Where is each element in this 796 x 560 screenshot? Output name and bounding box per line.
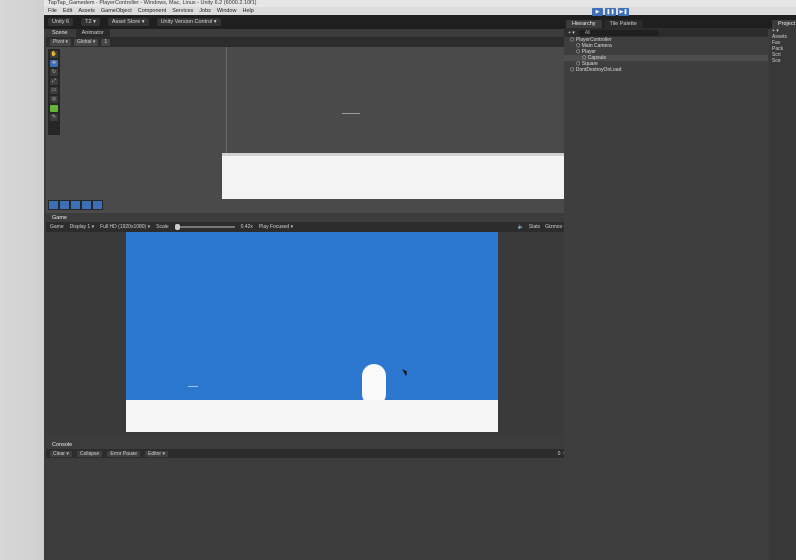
game-ground [126,400,498,432]
editor-dropdown[interactable]: Editor ▾ [145,450,168,457]
scene-tabs: Scene Animator [46,29,110,37]
game-mode-dropdown[interactable]: Game [50,224,64,230]
gizmos-dropdown[interactable]: Gizmos ▾ [545,224,566,230]
grid-snap-field[interactable]: 1 [101,38,111,46]
menu-jobs[interactable]: Jobs [199,7,211,15]
menu-file[interactable]: File [48,7,57,15]
clear-button[interactable]: Clear ▾ [50,450,72,457]
unity-editor-window: TapTap_Gamedem - PlayerController - Wind… [44,0,796,560]
display-dropdown[interactable]: Display 1 ▾ [70,224,94,230]
stats-button[interactable]: Stats [529,224,540,230]
game-tabs: Game [46,214,73,222]
rotate-tool-icon[interactable]: ↻ [50,69,58,76]
rect-tool-icon[interactable]: ▭ [50,87,58,94]
hierarchy-item[interactable]: ⬡ DontDestroyOnLoad [564,67,768,73]
tab-scene[interactable]: Scene [46,29,74,37]
overlay-tool-1-icon[interactable] [49,201,58,209]
hierarchy-search-input[interactable]: All [578,29,659,36]
cloud-button[interactable]: T2 ▾ [81,18,100,26]
monitor-bezel: TapTap_Gamedem - PlayerController - Wind… [0,0,796,560]
scene-tools-overlay: ✋ ✥ ↻ ⤢ ▭ ◎ ✎ [48,49,60,135]
project-item[interactable]: Sce [772,58,796,64]
pivot-dropdown[interactable]: Pivot ▾ [50,38,72,46]
play-controls: ▶ ❚❚ ▶❚ [592,8,629,16]
custom-tool-icon[interactable] [50,105,58,112]
scene-bottom-overlay [48,200,103,210]
step-icon[interactable]: ▶❚ [618,8,629,16]
hierarchy-toolbar: + ▾ All [564,28,768,37]
overlay-tool-3-icon[interactable] [71,201,80,209]
collapse-toggle[interactable]: Collapse [76,450,103,457]
transform-tool-icon[interactable]: ◎ [50,96,58,103]
camera-frame-edge [226,47,227,167]
game-toolbar: Game Display 1 ▾ Full HD (1920x1080) ▾ S… [46,222,570,232]
menu-component[interactable]: Component [138,7,166,15]
play-mode-dropdown[interactable]: Play Focused ▾ [259,224,293,230]
resolution-dropdown[interactable]: Full HD (1920x1080) ▾ [100,224,150,230]
menu-services[interactable]: Services [172,7,193,15]
account-button[interactable]: Unity 6 [48,18,74,26]
game-render-canvas[interactable] [126,232,498,432]
editor-tool-icon[interactable]: ✎ [50,114,58,121]
error-pause-toggle[interactable]: Error Pause [107,450,141,457]
scale-label: Scale [156,224,169,230]
menu-assets[interactable]: Assets [78,7,95,15]
console-tabs: Console [46,441,79,449]
menu-gameobject[interactable]: GameObject [101,7,132,15]
move-tool-icon[interactable]: ✥ [50,60,58,67]
scale-tool-icon[interactable]: ⤢ [50,78,58,85]
pause-icon[interactable]: ❚❚ [605,8,616,16]
mouse-cursor-icon [402,367,409,377]
tab-project[interactable]: Project [772,20,796,28]
tab-game[interactable]: Game [46,214,73,222]
overlay-tool-4-icon[interactable] [82,201,91,209]
console-toolbar: Clear ▾ Collapse Error Pause Editor ▾ 0 … [46,449,576,458]
hierarchy-tree: ⬡ PlayerController ⬡ Main Camera ⬡ Player ⬡… [564,37,768,560]
global-dropdown[interactable]: Global ▾ [74,38,99,46]
menu-edit[interactable]: Edit [63,7,72,15]
play-icon[interactable]: ▶ [592,8,603,16]
game-toolbar-right: 🔈 Stats Gizmos ▾ [518,224,571,230]
view-tool-icon[interactable]: ✋ [50,51,58,58]
hierarchy-item-label: DontDestroyOnLoad [575,67,622,73]
hierarchy-add-button[interactable]: + ▾ [568,30,575,36]
project-panel: + ▾ Assets Fav Pack Scri Sce [770,28,796,560]
game-view[interactable] [46,232,570,436]
scene-sprite-marker [342,113,360,114]
menu-help[interactable]: Help [242,7,253,15]
overlay-tool-5-icon[interactable] [93,201,102,209]
project-tabs: Project [772,20,796,28]
log-count[interactable]: 0 [558,451,561,457]
scale-slider[interactable] [174,224,235,230]
window-title: TapTap_Gamedem - PlayerController - Wind… [44,0,796,7]
menu-bar: File Edit Assets GameObject Component Se… [44,7,796,15]
main-toolbar: Unity 6 T2 ▾ Asset Store ▾ Unity Version… [44,15,796,29]
tab-hierarchy[interactable]: Hierarchy [566,20,602,28]
tab-tile-palette[interactable]: Tile Palette [603,20,643,28]
asset-store-button[interactable]: Asset Store ▾ [107,18,149,26]
scene-ground-square[interactable] [222,153,570,199]
overlay-tool-2-icon[interactable] [60,201,69,209]
mute-audio-icon[interactable]: 🔈 [518,224,524,230]
scale-value: 0.42x [240,224,253,230]
scene-toolbar: Pivot ▾ Global ▾ 1 [46,37,570,47]
version-control-button[interactable]: Unity Version Control ▾ [156,18,221,26]
menu-window[interactable]: Window [217,7,237,15]
tab-animator[interactable]: Animator [75,29,110,37]
game-sprite-marker [188,386,198,387]
console-log-area[interactable] [46,458,576,560]
tab-console[interactable]: Console [46,441,79,449]
hierarchy-tabs: Hierarchy Tile Palette [566,20,643,28]
scene-view[interactable] [46,47,570,213]
